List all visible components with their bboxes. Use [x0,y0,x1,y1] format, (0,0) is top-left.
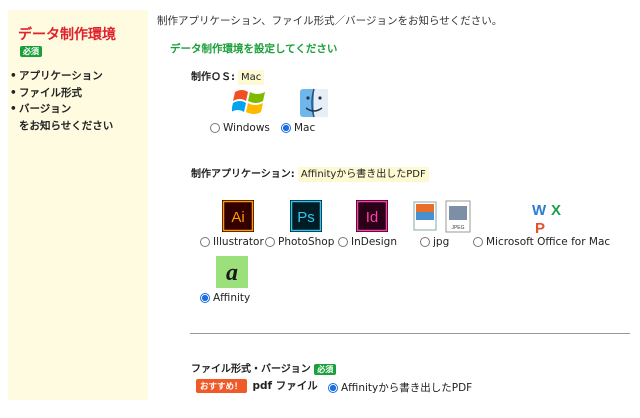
app-option-jpg[interactable]: jpg [420,236,449,248]
os-label-row: 制作ＯＳ: Mac [191,68,265,85]
radio-indesign[interactable] [338,237,348,247]
required-badge: 必須 [20,46,42,57]
app-option-ms-office[interactable]: Microsoft Office for Mac [473,236,610,248]
os-label: 制作ＯＳ: [191,72,235,83]
svg-text:P: P [535,220,545,234]
jpg-file-icon[interactable]: JPEG [413,200,471,238]
radio-jpg[interactable] [420,237,430,247]
section-title: データ制作環境を設定してください [170,43,338,55]
app-label: 制作アプリケーション: [191,169,295,180]
mac-finder-icon[interactable] [299,88,329,122]
file-format-required-badge: 必須 [314,364,337,375]
file-format-label: ファイル形式・バージョン [191,364,311,375]
intro-text: 制作アプリケーション、ファイル形式／バージョンをお知らせください。 [157,15,503,27]
affinity-icon[interactable]: a [216,256,248,292]
radio-illustrator[interactable] [200,237,210,247]
svg-text:Id: Id [366,209,379,226]
os-option-mac[interactable]: Mac [281,122,315,134]
windows-logo-icon[interactable] [231,86,268,122]
radio-photoshop[interactable] [265,237,275,247]
photoshop-icon[interactable]: Ps [290,200,322,236]
svg-text:Ai: Ai [231,209,244,226]
os-value: Mac [238,70,265,85]
app-option-affinity[interactable]: Affinity [200,292,250,304]
os-option-windows[interactable]: Windows [210,122,270,134]
sidebar-item-application: • アプリケーション [10,70,103,82]
radio-affinity-pdf[interactable] [328,382,338,393]
sidebar-item-version: • バージョン [10,103,72,115]
sidebar-title: データ制作環境 [18,27,116,43]
app-label-row: 制作アプリケーション: Affinityから書き出したPDF [191,165,429,182]
indesign-icon[interactable]: Id [356,200,388,236]
app-option-photoshop[interactable]: PhotoShop [265,236,334,248]
radio-mac[interactable] [281,123,291,133]
svg-text:a: a [226,260,238,286]
divider [190,333,630,334]
app-value: Affinityから書き出したPDF [297,167,429,182]
sidebar-list: • アプリケーション • ファイル形式 • バージョン をお知らせください [10,68,113,134]
radio-ms-office[interactable] [473,237,483,247]
recommend-badge: おすすめ！ [196,378,247,393]
file-format-label-row: ファイル形式・バージョン 必須 [191,360,337,375]
svg-text:X: X [551,202,561,219]
app-option-indesign[interactable]: InDesign [338,236,397,248]
file-format-option-affinity-pdf[interactable]: Affinityから書き出したPDF [328,380,472,395]
sidebar-tail: をお知らせください [19,119,114,132]
sidebar-item-file-format: • ファイル形式 [10,86,82,99]
radio-windows[interactable] [210,123,220,133]
svg-text:JPEG: JPEG [451,225,464,231]
sidebar: データ制作環境 必須 • アプリケーション • ファイル形式 • バージョン をお知ら… [8,10,148,400]
svg-text:W: W [532,202,547,219]
ms-office-icon[interactable]: W X P [530,200,566,238]
app-option-illustrator[interactable]: Illustrator [200,236,264,248]
illustrator-icon[interactable]: Ai [222,200,254,236]
radio-affinity[interactable] [200,293,210,303]
file-format-row: おすすめ！ pdf ファイル [196,378,318,393]
pdf-file-label: pdf ファイル [252,380,318,392]
svg-text:Ps: Ps [297,209,315,226]
